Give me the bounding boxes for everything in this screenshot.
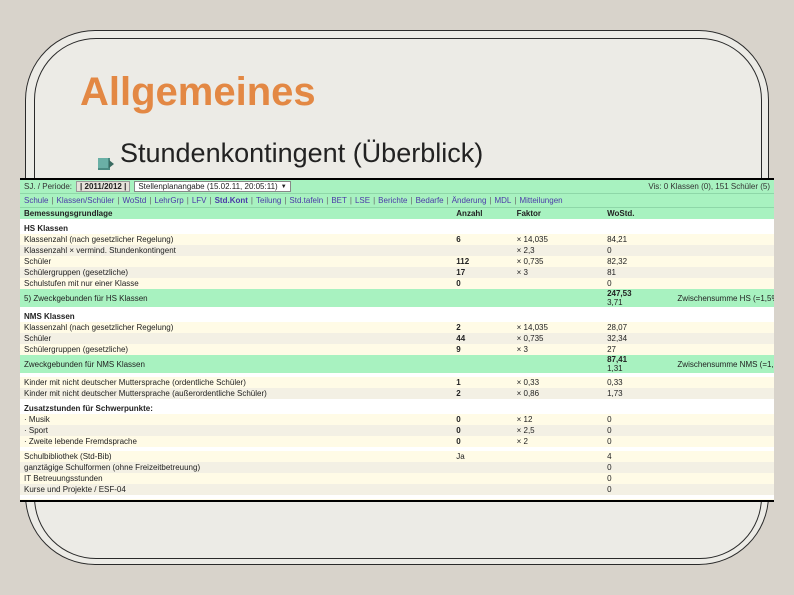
top-toolbar: SJ. / Periode: | 2011/2012 | Stellenplan…: [20, 180, 774, 193]
table-row: · Musik0× 120: [20, 414, 774, 425]
section-head-nms: NMS Klassen: [20, 311, 774, 322]
tab-klassen-sch-ler[interactable]: Klassen/Schüler: [57, 196, 115, 205]
tab-separator: |: [51, 196, 53, 205]
tab-separator: |: [326, 196, 328, 205]
table-row: IT Betreuungsstunden0: [20, 473, 774, 484]
snapshot-dropdown-value: Stellenplanangabe (15.02.11, 20:05:11): [138, 182, 277, 191]
tab-std-tafeln[interactable]: Std.tafeln: [289, 196, 323, 205]
table-row: Schulstufen mit nur einer Klasse00: [20, 278, 774, 289]
table-row: Kinder mit nicht deutscher Muttersprache…: [20, 377, 774, 388]
tab-separator: |: [251, 196, 253, 205]
section-head-zusatz: Zusatzstunden für Schwerpunkte:: [20, 403, 774, 414]
table-row: Klassenzahl (nach gesetzlicher Regelung)…: [20, 322, 774, 333]
col-faktor: Faktor: [513, 208, 603, 219]
tab-separator: |: [284, 196, 286, 205]
table-row: · Zweite lebende Fremdsprache0× 20: [20, 436, 774, 447]
table-row: Schülergruppen (gesetzliche)9× 327: [20, 344, 774, 355]
table-row: Schüler44× 0,73532,34: [20, 333, 774, 344]
section-head-hs: HS Klassen: [20, 223, 774, 234]
table-row: Kurse und Projekte / ESF-040: [20, 484, 774, 495]
col-wostd: WoStd.: [603, 208, 673, 219]
table-row: Schülergruppen (gesetzliche)17× 381: [20, 267, 774, 278]
visibility-status: Vis: 0 Klassen (0), 151 Schüler (5): [648, 182, 770, 191]
tab-bet[interactable]: BET: [331, 196, 347, 205]
col-basis: Bemessungsgrundlage: [20, 208, 452, 219]
slide-subtitle: Stundenkontingent (Überblick): [120, 138, 483, 169]
tab-lse[interactable]: LSE: [355, 196, 370, 205]
tab-separator: |: [373, 196, 375, 205]
bullet-arrow-icon: [98, 158, 110, 170]
tab-mdl[interactable]: MDL: [494, 196, 511, 205]
table-row: Kinder mit nicht deutscher Muttersprache…: [20, 388, 774, 399]
sum-nms: Zweckgebunden für NMS Klassen 87,411,31 …: [20, 355, 774, 373]
table-row: ganztägige Schulformen (ohne Freizeitbet…: [20, 462, 774, 473]
tab-bar: Schule|Klassen/Schüler|WoStd|LehrGrp|LFV…: [20, 193, 774, 208]
col-anzahl: Anzahl: [452, 208, 512, 219]
tab-separator: |: [447, 196, 449, 205]
tab-separator: |: [210, 196, 212, 205]
sum-hs: 5) Zweckgebunden für HS Klassen 247,533,…: [20, 289, 774, 307]
snapshot-dropdown[interactable]: Stellenplanangabe (15.02.11, 20:05:11) ▼: [134, 181, 290, 192]
tab-separator: |: [149, 196, 151, 205]
tab-lehrgrp[interactable]: LehrGrp: [154, 196, 183, 205]
tab-teilung[interactable]: Teilung: [256, 196, 281, 205]
tab-separator: |: [489, 196, 491, 205]
table-row: Klassenzahl (nach gesetzlicher Regelung)…: [20, 234, 774, 245]
tab-bedarfe[interactable]: Bedarfe: [416, 196, 444, 205]
tab-berichte[interactable]: Berichte: [378, 196, 407, 205]
embedded-app-panel: SJ. / Periode: | 2011/2012 | Stellenplan…: [20, 178, 774, 502]
tab-wostd[interactable]: WoStd: [122, 196, 146, 205]
table-header: Bemessungsgrundlage Anzahl Faktor WoStd.: [20, 208, 774, 219]
contingent-table: Bemessungsgrundlage Anzahl Faktor WoStd.…: [20, 208, 774, 502]
tab-separator: |: [350, 196, 352, 205]
tab-separator: |: [187, 196, 189, 205]
tab-std-kont[interactable]: Std.Kont: [215, 196, 248, 205]
tab-schule[interactable]: Schule: [24, 196, 48, 205]
table-row: Klassenzahl × vermind. Stundenkontingent…: [20, 245, 774, 256]
period-selector[interactable]: | 2011/2012 |: [76, 181, 130, 192]
tab-separator: |: [117, 196, 119, 205]
period-label: SJ. / Periode:: [24, 182, 72, 191]
chevron-down-icon: ▼: [281, 184, 287, 190]
slide: Allgemeines Stundenkontingent (Überblick…: [0, 0, 794, 595]
table-row: Schüler112× 0,73582,32: [20, 256, 774, 267]
slide-title: Allgemeines: [80, 70, 316, 115]
table-row: · Sport0× 2,50: [20, 425, 774, 436]
tab-lfv[interactable]: LFV: [192, 196, 207, 205]
tab-separator: |: [411, 196, 413, 205]
tab--nderung[interactable]: Änderung: [452, 196, 487, 205]
korrektur-row: Korrekturfaktor 0: [20, 499, 774, 502]
tab-mitteilungen[interactable]: Mitteilungen: [519, 196, 562, 205]
tab-separator: |: [514, 196, 516, 205]
table-row: Schulbibliothek (Std-Bib)Ja4: [20, 451, 774, 462]
